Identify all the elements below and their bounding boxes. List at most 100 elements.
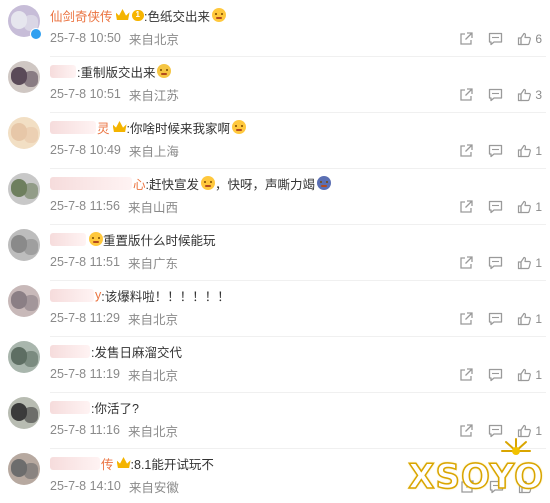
comment-meta: 25-7-8 10:51 来自江苏 [50, 86, 179, 103]
comment-time: 25-7-8 11:29 [50, 311, 120, 325]
like-count: 1 [535, 200, 542, 214]
comment-icon [489, 200, 503, 214]
avatar[interactable] [8, 173, 40, 205]
comment-location: 来自山西 [127, 200, 178, 215]
thumb-up-icon [518, 424, 532, 438]
like-count: 6 [535, 32, 542, 46]
comment-item: y:该爆料啦！！！！！！ 25-7-8 11:29 来自北京 1 [0, 280, 550, 337]
avatar[interactable] [8, 453, 40, 485]
avatar[interactable] [8, 61, 40, 93]
reply-button[interactable] [488, 200, 503, 214]
comment-content: :你活了? [50, 398, 139, 416]
like-button[interactable]: 1 [517, 368, 542, 382]
reply-button[interactable] [488, 144, 503, 158]
reply-button[interactable] [488, 424, 503, 438]
comment-location: 来自上海 [128, 144, 179, 159]
username[interactable]: 传 [101, 454, 114, 473]
like-button[interactable]: 1 [517, 144, 542, 158]
avatar[interactable] [8, 285, 40, 317]
comment-meta: 25-7-8 11:51 来自广东 [50, 254, 178, 271]
share-button[interactable] [459, 368, 474, 382]
share-icon [460, 256, 473, 269]
comment-item: :发售日麻溜交代 25-7-8 11:19 来自北京 1 [0, 336, 550, 393]
bless-emoji-icon [157, 64, 172, 78]
like-button[interactable]: 6 [517, 32, 542, 46]
like-button[interactable]: 1 [517, 424, 542, 438]
reply-button[interactable] [488, 368, 503, 382]
comment-time: 25-7-8 10:51 [50, 87, 121, 101]
comment-text: :8.1能开试玩不 [130, 457, 214, 472]
comment-meta: 25-7-8 14:10 来自安徽 [50, 478, 179, 495]
reply-button[interactable] [488, 312, 503, 326]
crown-icon [112, 121, 127, 133]
comment-text-continued: ，快呀，声嘶力竭 [215, 177, 316, 192]
reply-button[interactable] [488, 32, 503, 46]
share-button[interactable] [459, 312, 474, 326]
comment-text: :该爆料啦！！！！！！ [101, 289, 230, 304]
blurred-username [50, 344, 90, 358]
watermark-text: XSOYO [408, 456, 544, 498]
comment-item: 心:赶快宣发 ，快呀，声嘶力竭 25-7-8 11:56 来自山西 1 [0, 168, 550, 225]
like-count: 3 [535, 88, 542, 102]
share-icon [460, 88, 473, 101]
share-button[interactable] [459, 32, 474, 46]
avatar[interactable] [8, 117, 40, 149]
comment-icon [489, 312, 503, 326]
comment-location: 来自安徽 [128, 480, 179, 495]
comment-text: :色纸交出来 [143, 9, 210, 24]
share-button[interactable] [459, 256, 474, 270]
share-icon [460, 200, 473, 213]
avatar[interactable] [8, 229, 40, 261]
comment-text: :你活了? [91, 401, 139, 416]
sweat-emoji-icon [232, 120, 246, 134]
reply-button[interactable] [488, 88, 503, 102]
comment-meta: 25-7-8 11:19 来自北京 [50, 366, 178, 383]
share-button[interactable] [459, 144, 474, 158]
like-button[interactable]: 1 [517, 256, 542, 270]
sweat-emoji-icon [201, 176, 215, 190]
blurred-username [50, 120, 96, 134]
like-button[interactable]: 3 [517, 88, 542, 102]
share-icon [460, 32, 473, 45]
like-button[interactable]: 1 [517, 200, 542, 214]
like-count: 1 [535, 312, 542, 326]
thumb-up-icon [518, 144, 532, 158]
comment-content: 灵 :你啥时候来我家啊 [50, 118, 246, 136]
comment-actions: 1 [445, 254, 542, 272]
comment-meta: 25-7-8 11:56 来自山西 [50, 198, 178, 215]
comment-location: 来自北京 [128, 32, 179, 47]
comment-actions: 6 [445, 30, 542, 48]
level-badge: 1 [131, 9, 144, 21]
like-button[interactable]: 1 [517, 312, 542, 326]
comment-time: 25-7-8 11:19 [50, 367, 120, 381]
username[interactable]: 灵 [97, 118, 110, 137]
share-button[interactable] [459, 200, 474, 214]
share-icon [460, 424, 473, 437]
share-button[interactable] [459, 424, 474, 438]
share-button[interactable] [459, 88, 474, 102]
avatar[interactable] [8, 341, 40, 373]
share-icon [460, 368, 473, 381]
verified-badge-icon [30, 28, 42, 40]
comment-text: :你啥时候来我家啊 [126, 121, 230, 136]
comment-location: 来自北京 [127, 312, 178, 327]
comment-content: :发售日麻溜交代 [50, 342, 182, 360]
comment-time: 25-7-8 11:51 [50, 255, 120, 269]
like-count: 1 [535, 256, 542, 270]
crown-icon [116, 457, 131, 469]
comment-icon [489, 88, 503, 102]
comment-item: :你活了? 25-7-8 11:16 来自北京 1 [0, 392, 550, 449]
reply-button[interactable] [488, 256, 503, 270]
username[interactable]: 仙剑奇侠传 [50, 6, 113, 25]
comment-time: 25-7-8 10:49 [50, 143, 121, 157]
cry-emoji-icon [317, 176, 332, 190]
comment-actions: 1 [445, 142, 542, 160]
comment-icon [489, 144, 503, 158]
comment-text: :发售日麻溜交代 [91, 345, 182, 360]
username[interactable]: 心 [133, 174, 146, 193]
avatar[interactable] [8, 397, 40, 429]
comment-actions: 3 [445, 86, 542, 104]
comment-list: 仙剑奇侠传 1:色纸交出来 25-7-8 10:50 来自北京 6:重制版交出来 25-7… [0, 0, 550, 503]
comment-icon [489, 424, 503, 438]
blurred-username [50, 232, 86, 246]
